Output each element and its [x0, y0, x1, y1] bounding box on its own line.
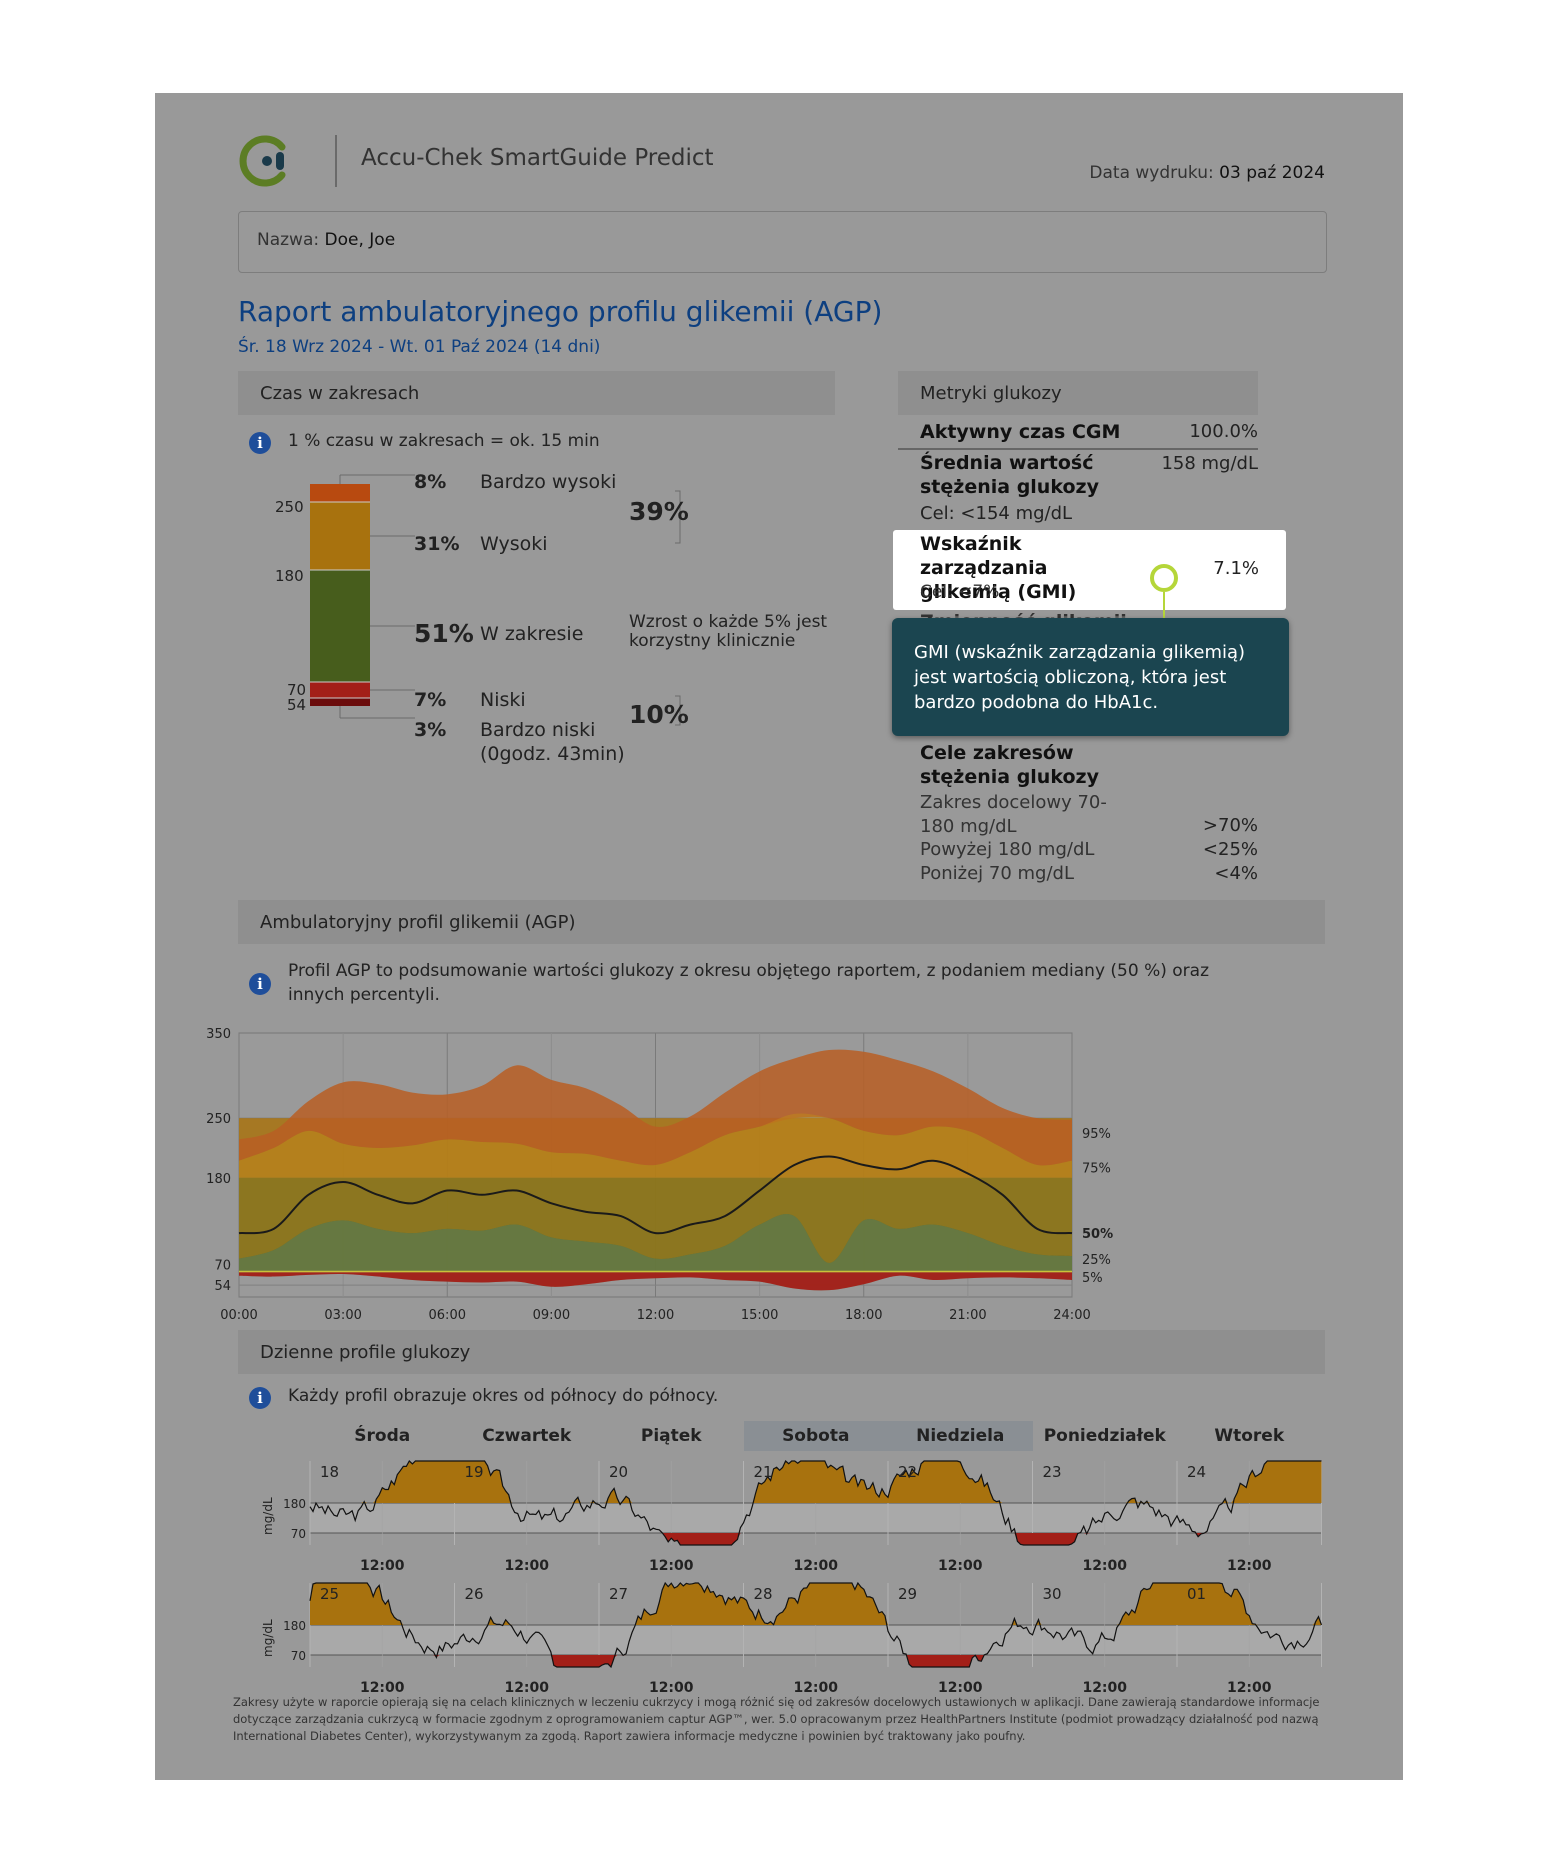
daily-noon-label: 12:00 — [504, 1558, 549, 1573]
weekday-label: Sobota — [782, 1426, 850, 1446]
daily-date-label: 20 — [609, 1463, 628, 1481]
daily-date-label: 19 — [465, 1463, 484, 1481]
daily-noon-label: 12:00 — [360, 1680, 405, 1695]
daily-date-label: 21 — [754, 1463, 773, 1481]
daily-high-area — [310, 1583, 1322, 1625]
daily-noon-label: 12:00 — [649, 1680, 694, 1695]
gmi-value: 7.1% — [1213, 558, 1259, 579]
daily-y-tick-label: 70 — [291, 1649, 306, 1663]
daily-date-label: 28 — [754, 1585, 773, 1603]
daily-date-label: 29 — [898, 1585, 917, 1603]
daily-noon-label: 12:00 — [1227, 1558, 1272, 1573]
daily-noon-label: 12:00 — [938, 1680, 983, 1695]
daily-date-label: 24 — [1187, 1463, 1206, 1481]
daily-date-label: 30 — [1043, 1585, 1062, 1603]
daily-y-tick-label: 180 — [283, 1497, 306, 1511]
daily-date-label: 23 — [1043, 1463, 1062, 1481]
daily-date-label: 18 — [320, 1463, 339, 1481]
daily-noon-label: 12:00 — [1082, 1558, 1127, 1573]
daily-noon-label: 12:00 — [649, 1558, 694, 1573]
daily-noon-label: 12:00 — [360, 1558, 405, 1573]
daily-date-label: 26 — [465, 1585, 484, 1603]
daily-y-tick-label: 70 — [291, 1527, 306, 1541]
weekday-label: Poniedziałek — [1043, 1426, 1166, 1446]
tooltip-text: GMI (wskaźnik zarządzania glikemią) jest… — [914, 642, 1246, 713]
daily-unit-label: mg/dL — [261, 1497, 275, 1535]
gmi-highlight[interactable]: Wskaźnik zarządzania glikemią (GMI) 7.1%… — [893, 530, 1286, 610]
footer-note: Zakresy użyte w raporcie opierają się na… — [233, 1695, 1320, 1743]
daily-noon-label: 12:00 — [504, 1680, 549, 1695]
daily-date-label: 25 — [320, 1585, 339, 1603]
daily-noon-label: 12:00 — [793, 1558, 838, 1573]
weekday-label: Niedziela — [916, 1426, 1005, 1446]
daily-date-label: 22 — [898, 1463, 917, 1481]
weekday-label: Czwartek — [482, 1426, 572, 1446]
gmi-target: Cel: <7% — [920, 582, 1000, 602]
daily-noon-label: 12:00 — [1082, 1680, 1127, 1695]
weekday-label: Piątek — [640, 1426, 702, 1446]
pointer-line — [1163, 592, 1165, 620]
daily-noon-label: 12:00 — [1227, 1680, 1272, 1695]
gmi-tooltip: GMI (wskaźnik zarządzania glikemią) jest… — [892, 618, 1289, 736]
daily-date-label: 27 — [609, 1585, 628, 1603]
daily-profiles: Środa Czwartek Piątek Sobota Niedziela Ponied… — [155, 93, 1403, 1780]
daily-unit-label: mg/dL — [261, 1619, 275, 1657]
daily-y-tick-label: 180 — [283, 1619, 306, 1633]
pointer-ring-icon — [1150, 564, 1178, 592]
weekday-label: Wtorek — [1214, 1426, 1285, 1446]
weekday-label: Środa — [354, 1426, 411, 1446]
report-page: Accu-Chek SmartGuide Predict Data wydruk… — [155, 93, 1403, 1780]
daily-noon-label: 12:00 — [793, 1680, 838, 1695]
daily-high-area — [310, 1461, 1322, 1503]
daily-week-1: 18 19 20 21 22 23 24 180 70 mg/dL 12:00 12:00 12:00 1… — [261, 1460, 1322, 1573]
daily-date-label: 01 — [1187, 1585, 1206, 1603]
daily-noon-label: 12:00 — [938, 1558, 983, 1573]
daily-week-2: 25 26 27 28 29 30 01 180 70 mg/dL 12:00 12:00 12:00 1… — [261, 1581, 1323, 1695]
